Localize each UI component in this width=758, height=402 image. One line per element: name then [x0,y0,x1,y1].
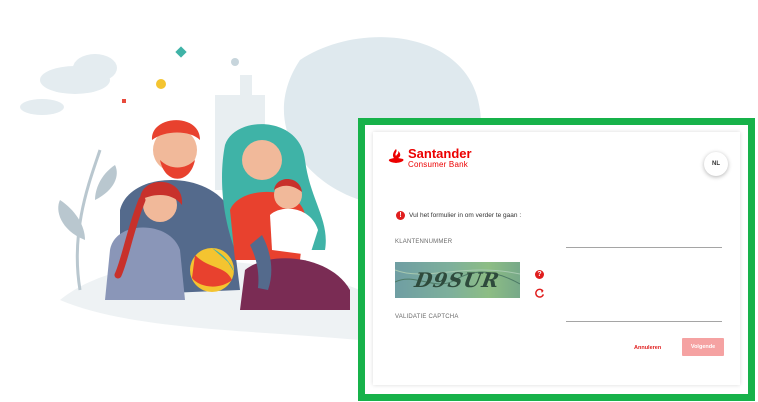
customer-number-label: KLANTENNUMMER [395,239,453,245]
flame-icon [388,149,404,163]
next-button[interactable]: Volgende [682,338,724,356]
form-instruction: ! Vul het formulier in om verder te gaan… [396,211,521,220]
brand-name: Santander [408,146,472,161]
captcha-input[interactable] [566,310,722,322]
refresh-icon[interactable] [534,288,545,299]
language-button[interactable]: NL [704,152,728,176]
customer-number-input[interactable] [566,236,722,248]
info-icon: ! [396,211,405,220]
captcha-label: VALIDATIE CAPTCHA [395,314,459,320]
highlight-frame: Santander Consumer Bank NL ! Vul het for… [358,118,755,401]
captcha-image: D9SUR [395,262,520,298]
captcha-text: D9SUR [412,268,502,292]
login-card: Santander Consumer Bank NL ! Vul het for… [373,132,740,385]
instruction-text: Vul het formulier in om verder te gaan : [409,212,522,219]
santander-logo: Santander Consumer Bank [388,147,472,170]
cancel-button[interactable]: Annuleren [634,345,661,351]
brand-subname: Consumer Bank [408,160,468,169]
question-icon[interactable]: ? [535,270,544,279]
